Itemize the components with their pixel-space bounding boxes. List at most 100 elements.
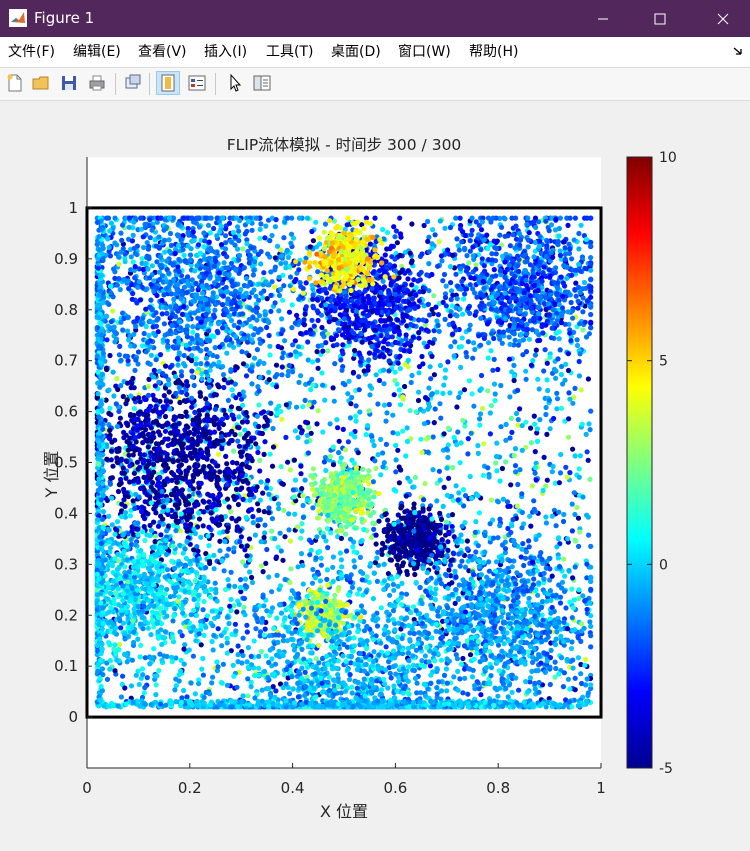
particle bbox=[470, 355, 476, 361]
particle bbox=[182, 427, 188, 433]
particle bbox=[104, 456, 110, 462]
particle bbox=[478, 386, 484, 392]
particle bbox=[283, 434, 289, 440]
particle bbox=[293, 353, 299, 360]
particle bbox=[467, 310, 473, 316]
particle bbox=[331, 398, 337, 404]
particle bbox=[229, 515, 235, 522]
particle bbox=[585, 514, 591, 520]
particle bbox=[128, 385, 134, 391]
particle bbox=[308, 331, 314, 337]
particle bbox=[336, 450, 342, 456]
particle bbox=[118, 476, 124, 483]
particle bbox=[566, 250, 573, 256]
particle bbox=[183, 502, 189, 508]
particle bbox=[577, 453, 584, 459]
particle bbox=[554, 406, 560, 412]
particle bbox=[514, 317, 521, 323]
particle bbox=[540, 330, 546, 336]
particle bbox=[588, 325, 594, 331]
particle bbox=[345, 439, 351, 445]
particle bbox=[509, 429, 515, 435]
particle bbox=[413, 285, 419, 291]
particle bbox=[578, 671, 584, 677]
particle bbox=[543, 295, 549, 301]
particle bbox=[416, 330, 422, 336]
particle bbox=[225, 397, 231, 403]
particle bbox=[236, 443, 242, 449]
particle bbox=[441, 431, 447, 437]
particle bbox=[381, 402, 388, 408]
particle bbox=[488, 294, 495, 300]
particle bbox=[517, 467, 523, 473]
particle bbox=[193, 361, 199, 367]
particle bbox=[576, 358, 582, 365]
particle bbox=[528, 523, 534, 529]
particle bbox=[426, 385, 432, 391]
particle bbox=[584, 298, 590, 304]
particle bbox=[380, 301, 386, 308]
particle bbox=[536, 386, 542, 392]
particle bbox=[586, 421, 592, 427]
particle bbox=[450, 320, 456, 326]
particle bbox=[308, 387, 314, 393]
particle bbox=[409, 258, 415, 264]
particle bbox=[428, 392, 434, 398]
particle bbox=[555, 280, 561, 286]
particle bbox=[555, 285, 561, 291]
particle bbox=[315, 365, 321, 371]
particle bbox=[310, 466, 316, 472]
particle bbox=[473, 219, 479, 225]
particle bbox=[436, 239, 442, 245]
particle bbox=[339, 332, 345, 338]
particle bbox=[319, 295, 325, 301]
particle bbox=[511, 295, 517, 301]
particle bbox=[531, 316, 537, 322]
particle bbox=[553, 375, 559, 381]
particle bbox=[190, 653, 196, 659]
particle bbox=[562, 245, 568, 251]
particle bbox=[315, 357, 321, 363]
particle bbox=[489, 306, 495, 312]
particle bbox=[468, 232, 474, 238]
particle bbox=[465, 436, 471, 442]
particle bbox=[561, 670, 568, 676]
particle bbox=[236, 414, 242, 420]
particle bbox=[417, 585, 423, 591]
particle bbox=[203, 689, 209, 696]
particle bbox=[200, 498, 206, 504]
particle bbox=[381, 354, 387, 360]
scatter-plot[interactable]: 0 0.2 0.4 0.6 0.8 100.10.20.30.40.50.60.70.80… bbox=[0, 0, 750, 851]
particle bbox=[345, 391, 351, 397]
particle bbox=[576, 466, 582, 472]
particle bbox=[151, 461, 157, 468]
particle bbox=[301, 317, 307, 323]
particle bbox=[577, 268, 584, 274]
particle bbox=[169, 477, 175, 483]
particle bbox=[195, 422, 201, 428]
particle bbox=[367, 392, 373, 398]
particle bbox=[416, 389, 422, 395]
particle bbox=[545, 387, 551, 394]
particle bbox=[489, 257, 495, 263]
particle bbox=[509, 369, 515, 375]
particle bbox=[588, 304, 594, 310]
particle bbox=[219, 446, 225, 452]
particle bbox=[556, 302, 563, 308]
particle bbox=[396, 275, 402, 281]
particle bbox=[145, 383, 151, 390]
particle bbox=[138, 508, 145, 515]
particle bbox=[258, 479, 264, 485]
particle bbox=[201, 431, 207, 437]
particle bbox=[300, 514, 306, 521]
particle bbox=[391, 487, 397, 493]
particle bbox=[369, 308, 375, 315]
particle bbox=[305, 339, 311, 345]
particle bbox=[532, 421, 538, 427]
particle bbox=[469, 215, 475, 221]
particle bbox=[573, 293, 579, 299]
particle bbox=[239, 419, 246, 425]
particle bbox=[426, 249, 432, 255]
particle bbox=[407, 478, 413, 484]
particle bbox=[361, 298, 367, 304]
